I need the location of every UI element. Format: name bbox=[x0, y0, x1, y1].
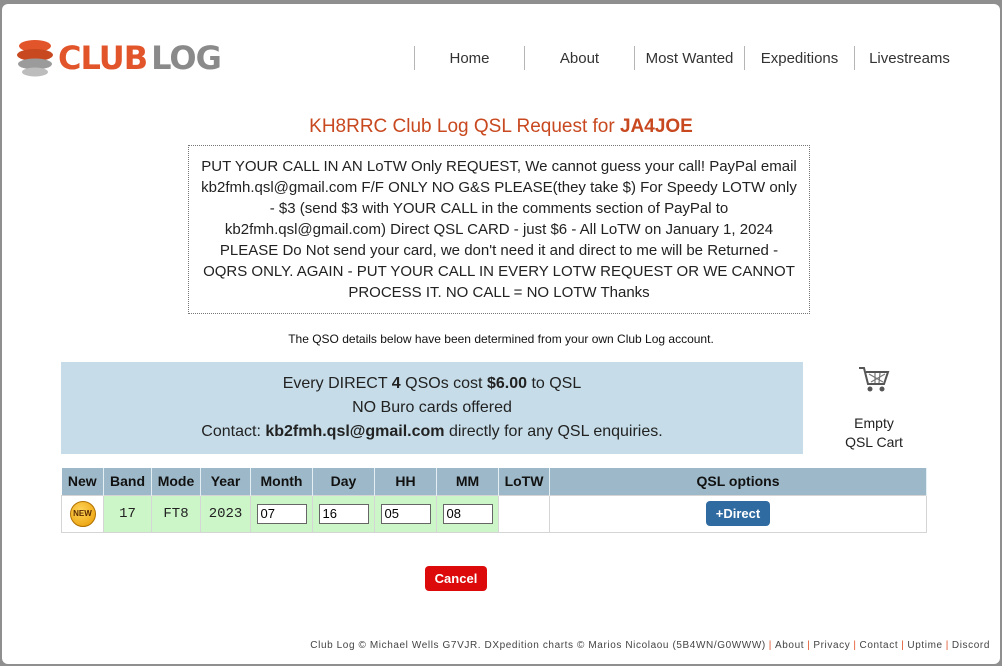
info-text: Contact: bbox=[201, 423, 266, 440]
qsl-options-cell: +Direct bbox=[549, 494, 927, 533]
clublog-logo[interactable]: CLUB LOG bbox=[16, 34, 222, 82]
info-cost-line: Every DIRECT 4 QSOs cost $6.00 to QSL bbox=[61, 372, 803, 396]
qso-table: New Band Mode Year Month Day HH MM LoTW … bbox=[61, 468, 927, 533]
footer-link-about[interactable]: About bbox=[775, 640, 804, 651]
cancel-button[interactable]: Cancel bbox=[425, 566, 487, 591]
info-qso-count: 4 bbox=[391, 375, 401, 392]
footer-separator: | bbox=[945, 640, 949, 651]
col-hh: HH bbox=[374, 468, 437, 495]
hh-input[interactable] bbox=[380, 503, 431, 524]
page-title: KH8RRC Club Log QSL Request for JA4JOE bbox=[2, 116, 1000, 138]
mode-cell: FT8 bbox=[151, 494, 201, 533]
month-input[interactable] bbox=[256, 503, 307, 524]
info-text: to QSL bbox=[527, 375, 582, 392]
title-callsign: JA4JOE bbox=[619, 116, 693, 137]
add-direct-button[interactable]: +Direct bbox=[705, 501, 771, 526]
col-lotw: LoTW bbox=[498, 468, 550, 495]
col-mm: MM bbox=[436, 468, 499, 495]
info-buro-line: NO Buro cards offered bbox=[352, 399, 512, 416]
footer-link-discord[interactable]: Discord bbox=[952, 640, 990, 651]
info-text: Every DIRECT bbox=[282, 375, 392, 392]
footer-link-privacy[interactable]: Privacy bbox=[813, 640, 850, 651]
info-price: $6.00 bbox=[486, 375, 527, 392]
col-mode: Mode bbox=[151, 468, 201, 495]
page-frame: CLUB LOG Home About Most Wanted Expeditio… bbox=[2, 4, 1000, 664]
footer-credit: Club Log © Michael Wells G7VJR. DXpediti… bbox=[310, 640, 766, 651]
day-input[interactable] bbox=[318, 503, 369, 524]
title-prefix: KH8RRC Club Log QSL Request for bbox=[309, 116, 620, 137]
nav-expeditions[interactable]: Expeditions bbox=[744, 46, 854, 70]
shopping-cart-icon bbox=[859, 367, 890, 392]
qso-details-note: The QSO details below have been determin… bbox=[288, 332, 714, 346]
col-year: Year bbox=[200, 468, 251, 495]
logo-text-club: CLUB bbox=[58, 39, 148, 77]
contact-email: kb2fmh.qsl@gmail.com bbox=[265, 423, 445, 440]
new-badge-icon: NEW bbox=[69, 500, 96, 527]
nav-home[interactable]: Home bbox=[414, 46, 524, 70]
table-row: NEW 17 FT8 2023 +Direct bbox=[61, 494, 927, 533]
hh-cell bbox=[374, 494, 437, 533]
cart-status: Empty bbox=[854, 415, 894, 431]
month-cell bbox=[250, 494, 313, 533]
footer-link-contact[interactable]: Contact bbox=[860, 640, 899, 651]
main-nav: Home About Most Wanted Expeditions Lives… bbox=[414, 46, 964, 70]
mm-cell bbox=[436, 494, 499, 533]
col-day: Day bbox=[312, 468, 375, 495]
info-text: directly for any QSL enquiries. bbox=[444, 423, 663, 440]
col-new: New bbox=[61, 468, 104, 495]
footer-link-uptime[interactable]: Uptime bbox=[907, 640, 942, 651]
footer-separator: | bbox=[853, 640, 857, 651]
col-month: Month bbox=[250, 468, 313, 495]
qsl-cart[interactable]: Empty QSL Cart bbox=[824, 364, 924, 452]
info-contact-line: Contact: kb2fmh.qsl@gmail.com directly f… bbox=[61, 420, 803, 444]
nav-about[interactable]: About bbox=[524, 46, 634, 70]
col-band: Band bbox=[103, 468, 152, 495]
footer-separator: | bbox=[901, 640, 905, 651]
table-header-row: New Band Mode Year Month Day HH MM LoTW … bbox=[61, 468, 927, 495]
globe-logo-icon bbox=[17, 40, 53, 77]
col-qsl-options: QSL options bbox=[549, 468, 927, 495]
nav-livestreams[interactable]: Livestreams bbox=[854, 46, 964, 70]
qsl-info-box: Every DIRECT 4 QSOs cost $6.00 to QSL NO… bbox=[61, 362, 803, 454]
new-cell: NEW bbox=[61, 494, 104, 533]
qsl-notice: PUT YOUR CALL IN AN LoTW Only REQUEST, W… bbox=[188, 145, 810, 314]
lotw-cell bbox=[498, 494, 550, 533]
footer-separator: | bbox=[768, 640, 772, 651]
cart-label: QSL Cart bbox=[845, 434, 903, 450]
band-cell: 17 bbox=[103, 494, 152, 533]
nav-most-wanted[interactable]: Most Wanted bbox=[634, 46, 744, 70]
day-cell bbox=[312, 494, 375, 533]
mm-input[interactable] bbox=[442, 503, 493, 524]
info-text: QSOs cost bbox=[400, 375, 487, 392]
footer-separator: | bbox=[807, 640, 811, 651]
footer: Club Log © Michael Wells G7VJR. DXpediti… bbox=[310, 640, 990, 651]
year-cell: 2023 bbox=[200, 494, 251, 533]
logo-text-log: LOG bbox=[151, 39, 222, 77]
